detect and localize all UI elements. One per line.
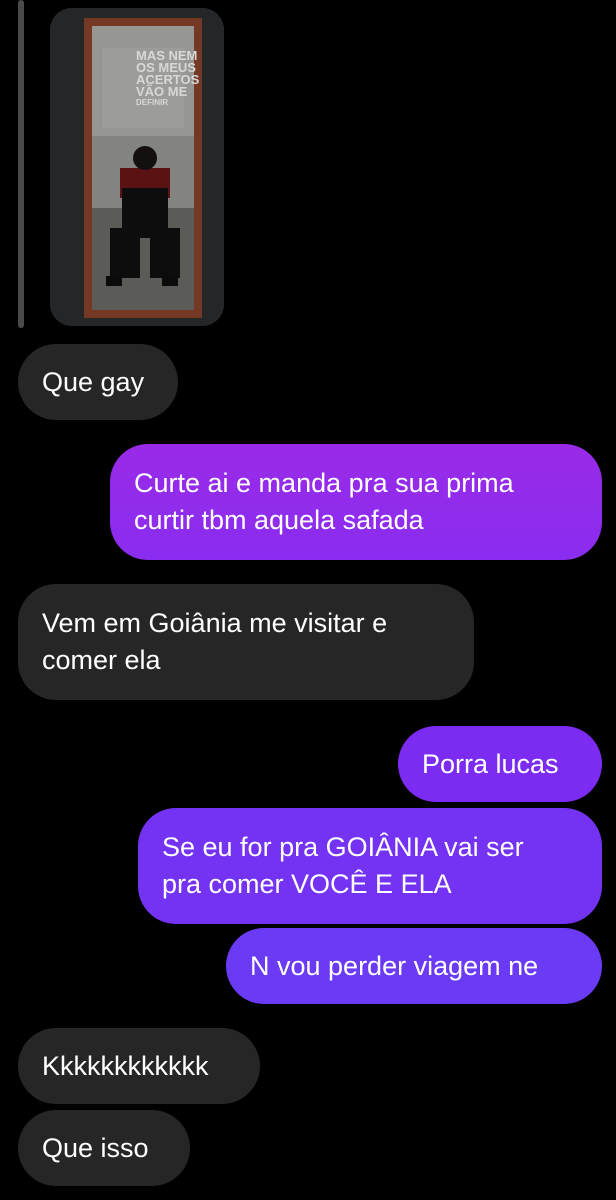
- message-text: comer ela: [42, 645, 161, 675]
- message-text: Porra lucas: [422, 748, 559, 779]
- message-text: Kkkkkkkkkkkk: [42, 1050, 209, 1081]
- message-text: curtir tbm aquela safada: [134, 505, 424, 535]
- message-text: Que gay: [42, 366, 145, 397]
- message-text: Curte ai e manda pra sua prima: [134, 468, 514, 498]
- incoming-message[interactable]: Que isso: [18, 1110, 190, 1186]
- message-text: Vem em Goiânia me visitar e: [42, 608, 388, 638]
- outgoing-message[interactable]: N vou perder viagem ne: [226, 928, 602, 1004]
- message-text: N vou perder viagem ne: [250, 950, 539, 981]
- incoming-message[interactable]: Vem em Goiânia me visitar e comer ela: [18, 584, 474, 700]
- incoming-message[interactable]: Que gay: [18, 344, 178, 420]
- outgoing-message[interactable]: Se eu for pra GOIÂNIA vai ser pra comer …: [138, 808, 602, 924]
- message-text: pra comer VOCÊ E ELA: [162, 869, 452, 899]
- incoming-message[interactable]: Kkkkkkkkkkkk: [18, 1028, 260, 1104]
- outgoing-message[interactable]: Curte ai e manda pra sua prima curtir tb…: [110, 444, 602, 560]
- story-reply-indicator: [18, 0, 24, 328]
- chat-thread: MAS NEM OS MEUS ACERTOS VÃO ME DEFINIR Q…: [0, 0, 616, 1200]
- outgoing-message[interactable]: Porra lucas: [398, 726, 602, 802]
- story-reply-preview[interactable]: MAS NEM OS MEUS ACERTOS VÃO ME DEFINIR: [50, 8, 224, 326]
- story-caption-line: DEFINIR: [136, 98, 168, 107]
- story-caption-line: VÃO ME: [136, 84, 188, 99]
- story-caption: MAS NEM OS MEUS ACERTOS VÃO ME DEFINIR: [136, 49, 216, 107]
- message-text: Que isso: [42, 1132, 149, 1163]
- message-text: Se eu for pra GOIÂNIA vai ser: [162, 832, 524, 862]
